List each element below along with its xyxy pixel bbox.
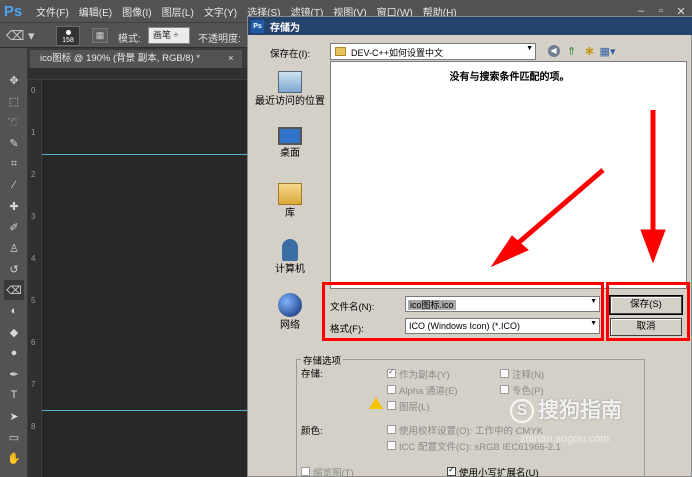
- sogou-logo-icon: S: [510, 399, 534, 424]
- watermark-url: zhinan.sogou.com: [520, 433, 610, 445]
- arrow-to-filename: [508, 168, 605, 252]
- watermark: S 搜狗指南: [510, 394, 622, 424]
- arrow-head-save: [640, 229, 666, 264]
- watermark-text: 搜狗指南: [538, 399, 622, 422]
